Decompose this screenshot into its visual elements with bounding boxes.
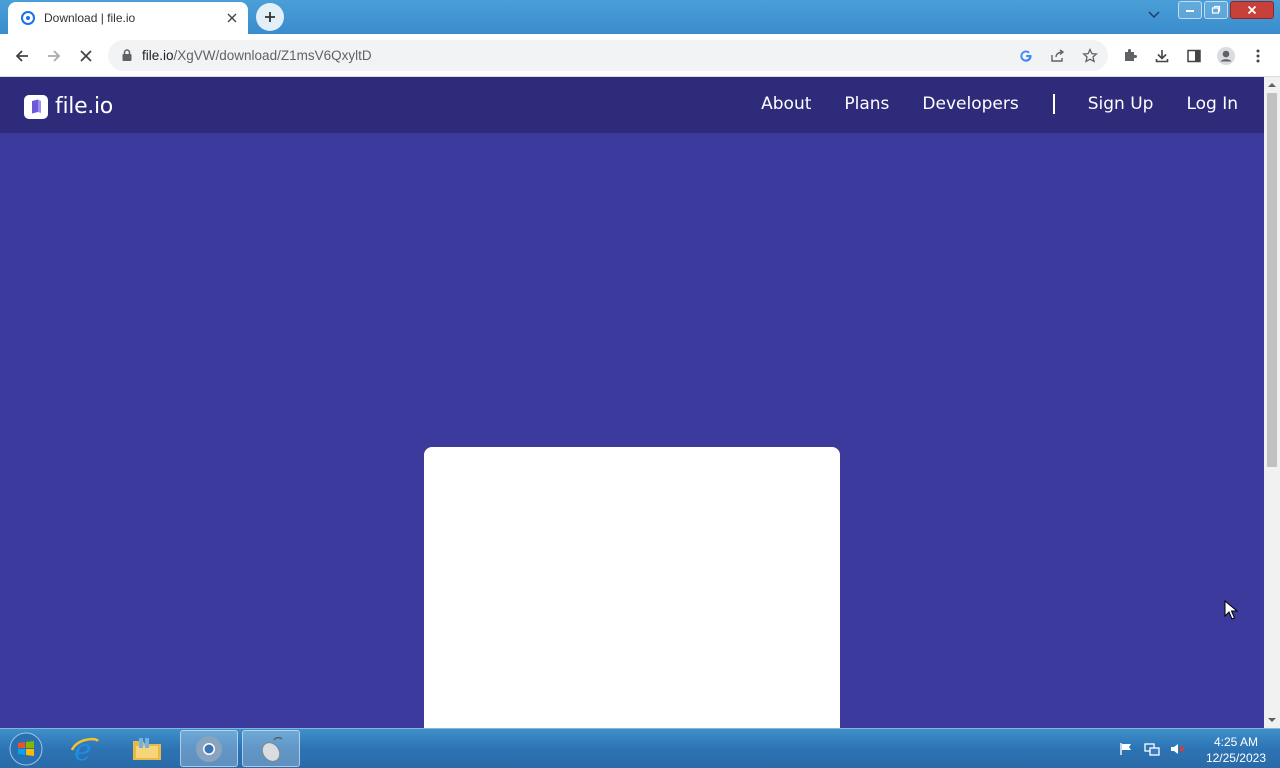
nav-divider — [1052, 94, 1055, 114]
scroll-up-icon[interactable] — [1268, 81, 1276, 89]
lock-icon[interactable] — [120, 48, 134, 62]
mouse-icon — [261, 736, 283, 762]
clock-date: 12/25/2023 — [1205, 751, 1266, 765]
nav-signup-link[interactable]: Sign Up — [1088, 94, 1154, 114]
extensions-icon[interactable] — [1119, 45, 1141, 67]
tab-close-icon[interactable] — [224, 10, 240, 26]
nav-plans-link[interactable]: Plans — [844, 94, 889, 114]
back-arrow-icon[interactable] — [11, 45, 33, 67]
brand-name: file.io — [55, 94, 113, 119]
restore-button[interactable] — [1204, 1, 1228, 19]
action-center-flag-icon[interactable] — [1118, 741, 1134, 757]
scroll-down-icon[interactable] — [1268, 716, 1276, 724]
url-host: file.io — [142, 48, 174, 63]
taskbar-internet-explorer[interactable]: e — [56, 730, 114, 767]
forward-arrow-icon[interactable] — [43, 45, 65, 67]
new-tab-button[interactable] — [256, 3, 284, 31]
share-icon[interactable] — [1048, 46, 1068, 66]
site-navbar: file.io About Plans Developers Sign Up L… — [0, 77, 1264, 133]
url-text: file.io/XgVW/download/Z1msV6QxyltD — [142, 48, 372, 63]
plus-icon — [265, 12, 275, 22]
folder-icon — [133, 737, 161, 760]
stop-loading-icon[interactable] — [75, 45, 97, 67]
scroll-thumb[interactable] — [1267, 93, 1277, 467]
profile-avatar-icon[interactable] — [1215, 45, 1237, 67]
internet-explorer-icon: e — [70, 733, 99, 765]
mouse-pointer-icon — [1224, 600, 1238, 620]
taskbar-clock[interactable]: 4:25 AM 12/25/2023 — [1206, 734, 1266, 766]
chrome-icon — [196, 735, 222, 762]
address-bar[interactable]: file.io/XgVW/download/Z1msV6QxyltD — [108, 40, 1108, 71]
close-window-button[interactable] — [1230, 1, 1274, 19]
volume-muted-icon[interactable] — [1170, 741, 1186, 757]
site-logo[interactable]: file.io — [24, 94, 113, 119]
tab-search-icon[interactable] — [1144, 5, 1164, 25]
windows-taskbar: e 4:25 AM 12/25/2023 — [0, 728, 1280, 768]
download-icon[interactable] — [1151, 45, 1173, 67]
download-card — [424, 447, 840, 728]
browser-toolbar: file.io/XgVW/download/Z1msV6QxyltD — [0, 34, 1280, 77]
system-tray — [1118, 741, 1186, 757]
windows-logo-icon — [9, 732, 43, 766]
google-lens-icon[interactable] — [1016, 46, 1036, 66]
fileio-favicon-icon — [21, 11, 35, 25]
nav-login-link[interactable]: Log In — [1186, 94, 1238, 114]
network-icon[interactable] — [1144, 741, 1160, 757]
taskbar-mouse-app[interactable] — [242, 730, 300, 767]
browser-tab-strip: Download | file.io — [0, 0, 1280, 34]
start-button[interactable] — [6, 730, 46, 768]
clock-time: 4:25 AM — [1213, 735, 1258, 749]
fileio-logo-icon — [24, 94, 48, 119]
bookmark-star-icon[interactable] — [1080, 46, 1100, 66]
window-controls — [1178, 1, 1274, 19]
more-menu-icon[interactable] — [1247, 45, 1269, 67]
side-panel-icon[interactable] — [1183, 45, 1205, 67]
site-nav-links: About Plans Developers Sign Up Log In — [728, 94, 1238, 114]
taskbar-file-explorer[interactable] — [118, 730, 176, 767]
nav-developers-link[interactable]: Developers — [922, 94, 1018, 114]
page-scrollbar[interactable] — [1264, 77, 1280, 728]
nav-about-link[interactable]: About — [761, 94, 811, 114]
tab-title: Download | file.io — [44, 11, 136, 25]
svg-text:e: e — [74, 733, 92, 765]
url-path: /XgVW/download/Z1msV6QxyltD — [173, 48, 372, 63]
minimize-button[interactable] — [1178, 1, 1202, 19]
browser-tab[interactable]: Download | file.io — [8, 2, 248, 34]
taskbar-chrome[interactable] — [180, 730, 238, 767]
web-page: file.io About Plans Developers Sign Up L… — [0, 77, 1264, 728]
